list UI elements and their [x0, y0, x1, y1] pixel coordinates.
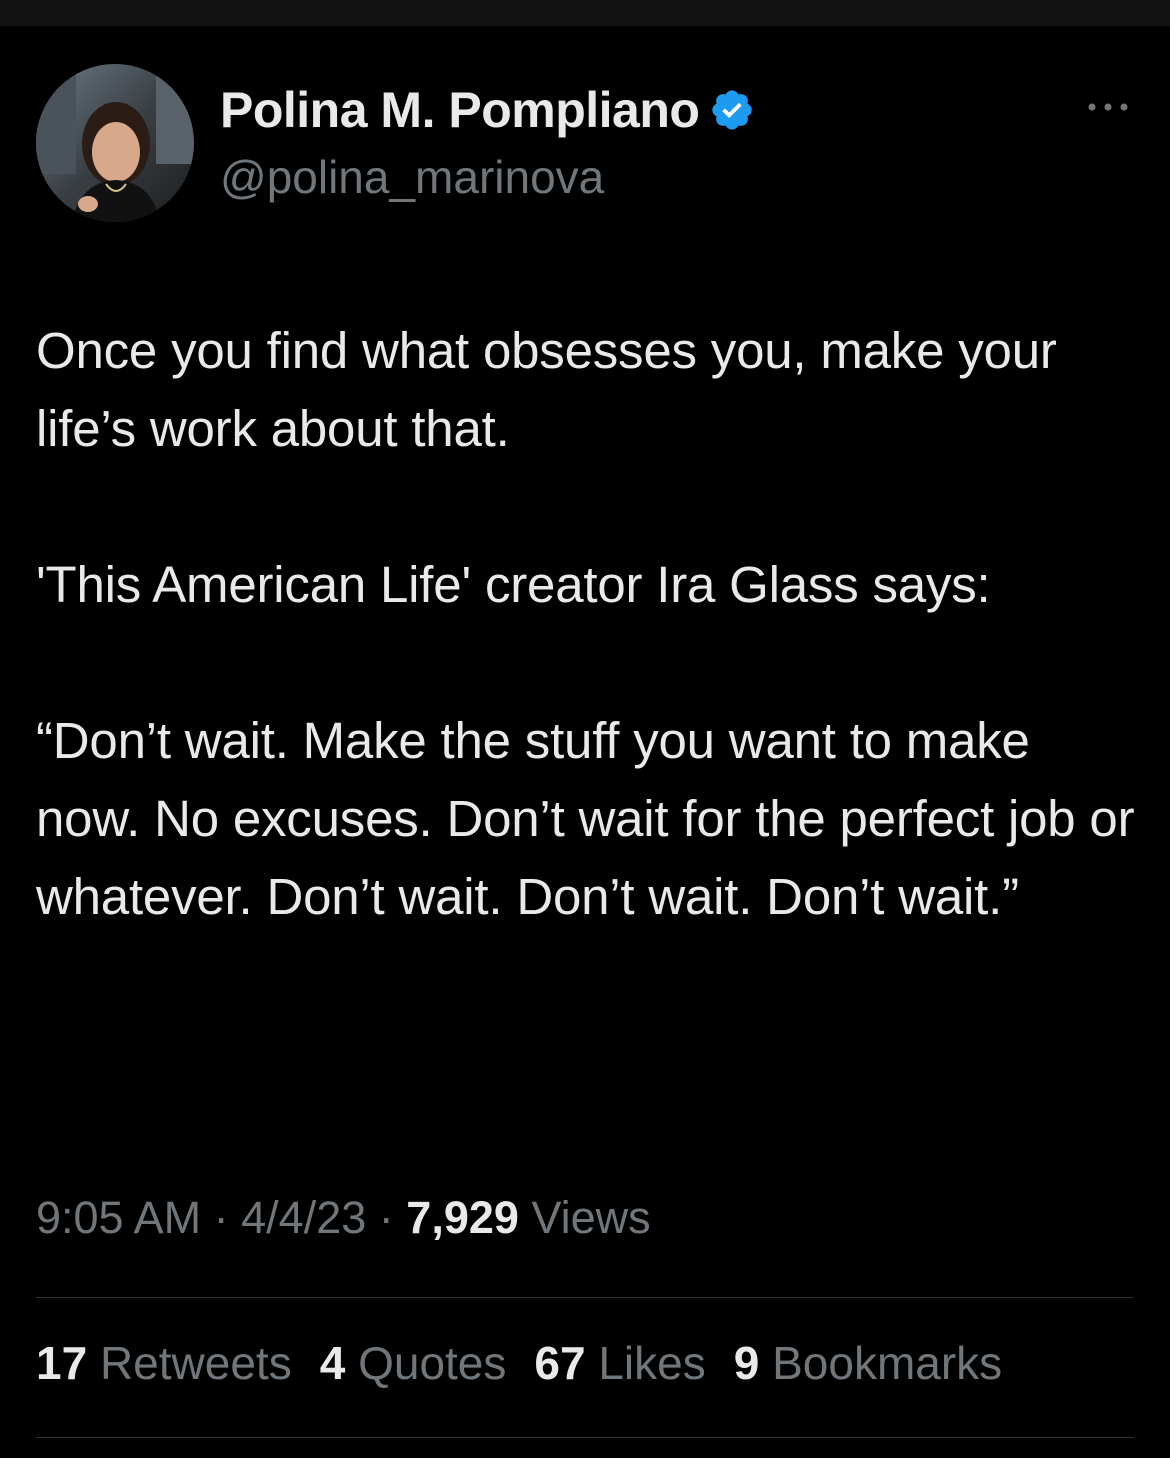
- ellipsis-icon: [1088, 103, 1128, 111]
- tweet-meta: 9:05 AM · 4/4/23 · 7,929 Views: [36, 1192, 651, 1244]
- author-display-name[interactable]: Polina M. Pompliano: [220, 81, 700, 139]
- status-bar: [0, 0, 1170, 26]
- meta-separator: ·: [378, 1192, 394, 1243]
- avatar[interactable]: [36, 64, 194, 222]
- bookmarks-count: 9: [733, 1337, 760, 1389]
- views-label: Views: [531, 1192, 651, 1243]
- divider: [36, 1437, 1134, 1438]
- likes-count: 67: [534, 1337, 586, 1389]
- retweets-label: Retweets: [99, 1337, 292, 1389]
- author-name-row: Polina M. Pompliano: [220, 82, 755, 138]
- avatar-photo: [36, 64, 194, 222]
- likes-stat[interactable]: 67 Likes: [534, 1336, 705, 1390]
- tweet-text: Once you find what obsesses you, make yo…: [36, 322, 1135, 925]
- author-handle[interactable]: @polina_marinova: [220, 150, 604, 204]
- bookmarks-stat[interactable]: 9 Bookmarks: [734, 1336, 1002, 1390]
- verified-badge-icon: [709, 87, 755, 133]
- bookmarks-label: Bookmarks: [772, 1337, 1003, 1389]
- more-options-button[interactable]: [1080, 92, 1136, 122]
- views-count: 7,929: [406, 1192, 519, 1243]
- tweet-time[interactable]: 9:05 AM: [36, 1192, 201, 1243]
- retweets-count: 17: [36, 1337, 88, 1389]
- retweets-stat[interactable]: 17 Retweets: [36, 1336, 292, 1390]
- divider: [36, 1297, 1134, 1298]
- quotes-count: 4: [319, 1337, 346, 1389]
- engagement-stats: 17 Retweets 4 Quotes 67 Likes 9 Bookmark…: [36, 1336, 1002, 1390]
- tweet-date[interactable]: 4/4/23: [241, 1192, 366, 1243]
- meta-separator: ·: [213, 1192, 229, 1243]
- quotes-stat[interactable]: 4 Quotes: [320, 1336, 507, 1390]
- likes-label: Likes: [598, 1337, 706, 1389]
- quotes-label: Quotes: [358, 1337, 507, 1389]
